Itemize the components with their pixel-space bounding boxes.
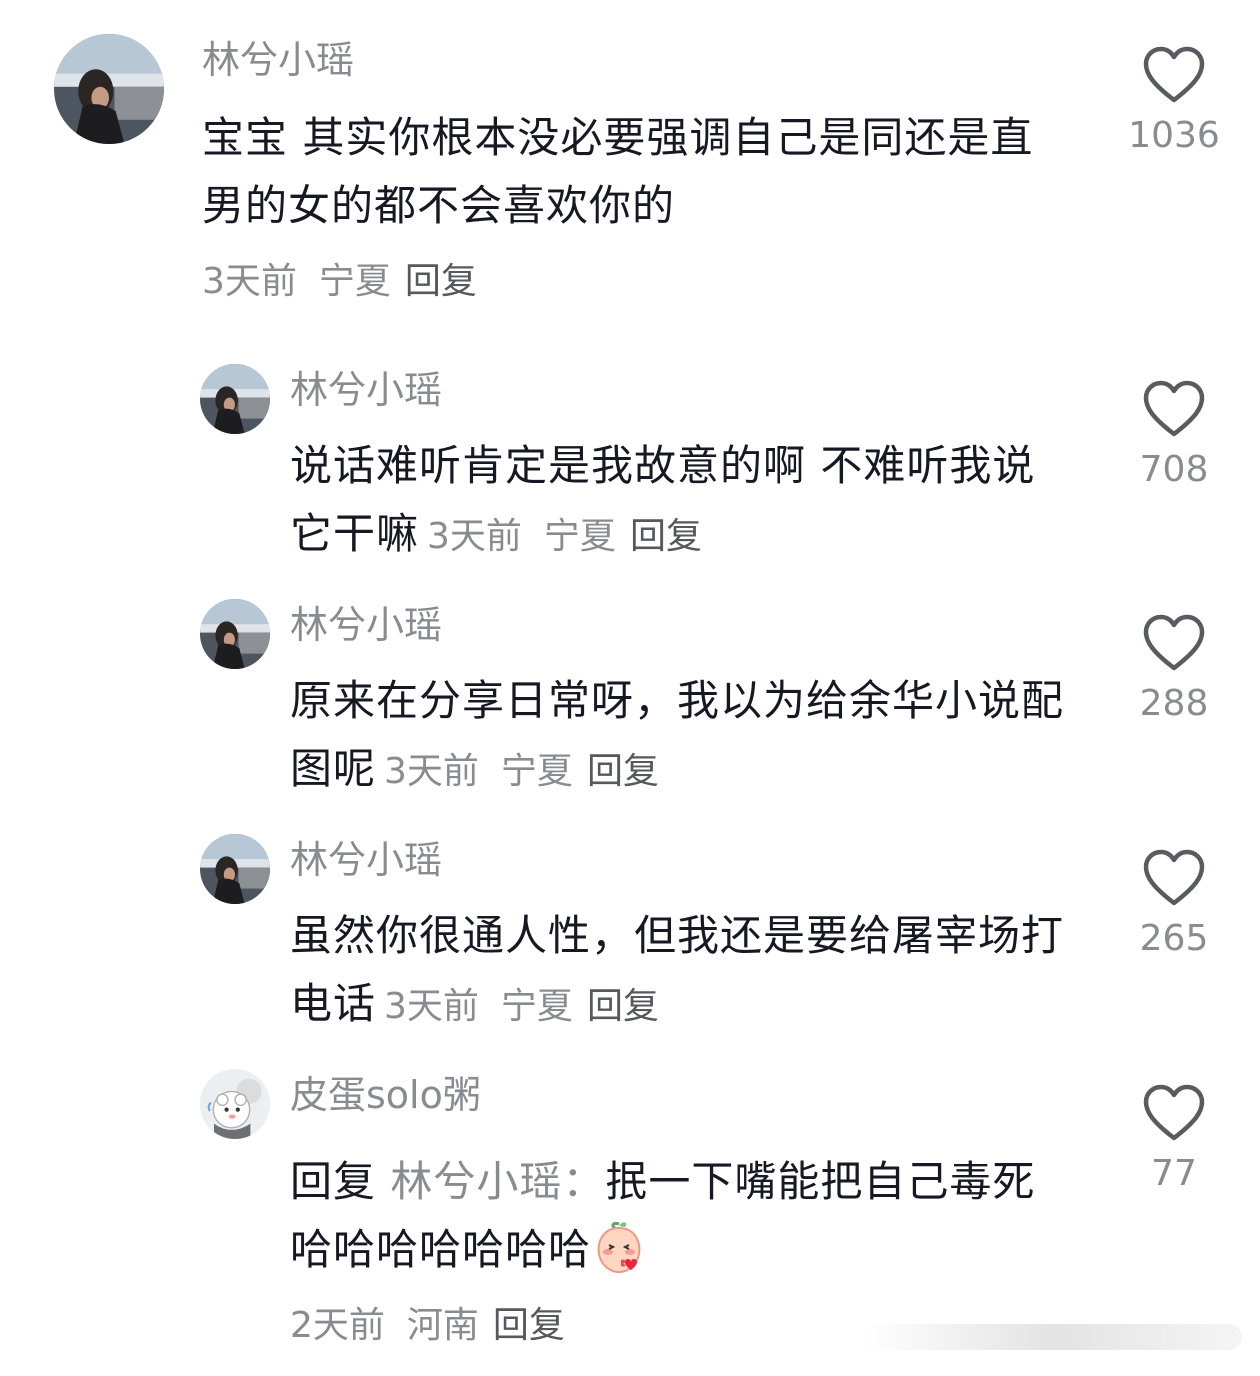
heart-outline-icon: [1143, 1084, 1205, 1141]
comment-meta: 3天前 宁夏 回复: [384, 751, 659, 792]
like-count: 1036: [1128, 115, 1220, 156]
comment-meta: 3天前 宁夏 回复: [202, 258, 477, 306]
blushing-peach-emoji: [597, 1222, 641, 1274]
watermark: [862, 1324, 1242, 1350]
comment-username[interactable]: 林兮小瑶: [290, 601, 442, 649]
reply-prefix: 回复: [290, 1157, 377, 1206]
reply-button[interactable]: 回复: [405, 261, 477, 302]
comment-time: 3天前: [427, 516, 522, 557]
avatar-cartoon: [200, 1069, 270, 1139]
comment-text-block: 说话难听肯定是我故意的啊 不难听我说它干嘛 3天前 宁夏 回复: [290, 432, 1050, 568]
like-button[interactable]: 77: [1128, 1084, 1220, 1196]
comment-meta: 3天前 宁夏 回复: [384, 986, 659, 1027]
comment-time: 2天前: [290, 1305, 385, 1346]
like-button[interactable]: 288: [1128, 614, 1220, 726]
comment-location: 宁夏: [543, 516, 616, 557]
reply-button[interactable]: 回复: [587, 751, 659, 792]
comment-meta: 3天前 宁夏 回复: [427, 516, 702, 557]
like-button[interactable]: 708: [1128, 380, 1220, 492]
comment-text-block: 原来在分享日常呀，我以为给余华小说配图呢 3天前 宁夏 回复: [290, 667, 1090, 803]
comment-text: 宝宝 其实你根本没必要强调自己是同还是直 男的女的都不会喜欢你的: [202, 113, 1034, 230]
user-avatar[interactable]: [54, 34, 164, 144]
comment-username[interactable]: 林兮小瑶: [202, 36, 354, 84]
comment-location: 河南: [406, 1305, 479, 1346]
like-count: 77: [1151, 1153, 1197, 1194]
comment-time: 3天前: [384, 751, 479, 792]
user-avatar[interactable]: [200, 364, 270, 434]
mention-username[interactable]: 林兮小瑶：: [390, 1157, 605, 1206]
comment-text-block: 回复 林兮小瑶：抿一下嘴能把自己毒死哈哈哈哈哈哈哈: [290, 1148, 1070, 1284]
comment-location: 宁夏: [500, 986, 573, 1027]
user-avatar[interactable]: [200, 599, 270, 669]
reply-button[interactable]: 回复: [587, 986, 659, 1027]
avatar-photo: [54, 34, 164, 144]
comment-username[interactable]: 林兮小瑶: [290, 836, 442, 884]
user-avatar[interactable]: [200, 1069, 270, 1139]
comment-username[interactable]: 皮蛋solo粥: [290, 1071, 481, 1119]
like-count: 265: [1139, 918, 1209, 959]
like-button[interactable]: 265: [1128, 849, 1220, 961]
like-count: 288: [1139, 683, 1209, 724]
heart-outline-icon: [1143, 380, 1205, 437]
comment-username[interactable]: 林兮小瑶: [290, 366, 442, 414]
like-count: 708: [1139, 449, 1209, 490]
comment-text-block: 虽然你很通人性，但我还是要给屠宰场打电话 3天前 宁夏 回复: [290, 902, 1090, 1038]
heart-outline-icon: [1143, 614, 1205, 671]
avatar-photo: [200, 834, 270, 904]
reply-button[interactable]: 回复: [630, 516, 702, 557]
heart-outline-icon: [1143, 46, 1205, 103]
like-button[interactable]: 1036: [1128, 46, 1220, 158]
reply-button[interactable]: 回复: [493, 1305, 565, 1346]
avatar-photo: [200, 364, 270, 434]
comment-meta: 2天前 河南 回复: [290, 1302, 565, 1350]
user-avatar[interactable]: [200, 834, 270, 904]
comment-location: 宁夏: [318, 261, 391, 302]
heart-outline-icon: [1143, 849, 1205, 906]
comment-location: 宁夏: [500, 751, 573, 792]
avatar-photo: [200, 599, 270, 669]
comment-time: 3天前: [384, 986, 479, 1027]
comment-time: 3天前: [202, 261, 297, 302]
